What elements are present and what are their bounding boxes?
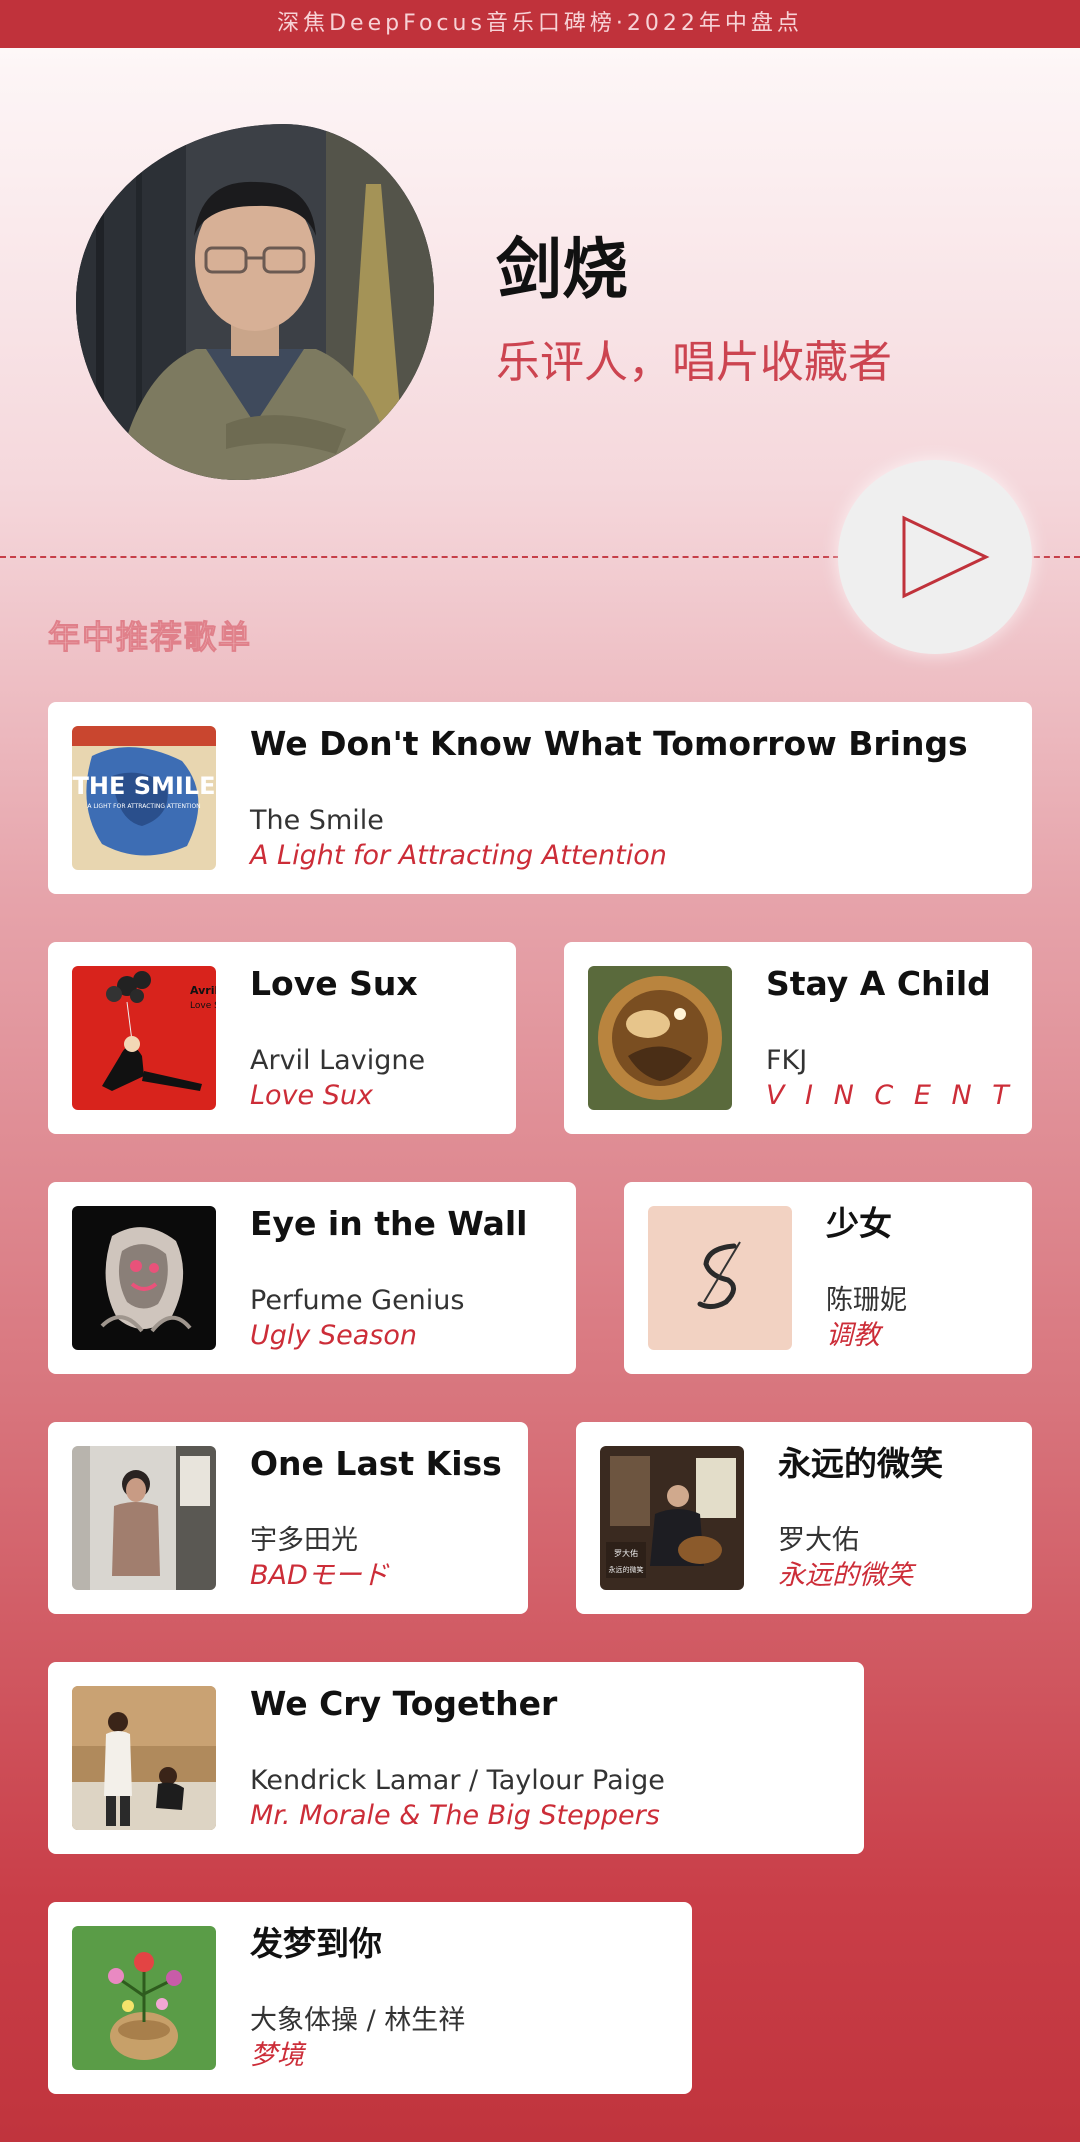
album-cover	[588, 966, 732, 1110]
song-title: 少女	[826, 1204, 892, 1243]
song-artist: Perfume Genius	[250, 1285, 465, 1316]
playlist-item[interactable]: One Last Kiss 宇多田光 BADモード	[48, 1422, 528, 1614]
song-artist: 大象体操 / 林生祥	[250, 2005, 466, 2036]
song-album: 梦境	[250, 2040, 304, 2071]
album-cover: Avril Love Sux	[72, 966, 216, 1110]
song-title: 永远的微笑	[778, 1444, 943, 1483]
song-artist: 陈珊妮	[826, 1285, 907, 1316]
song-album: BADモード	[250, 1560, 389, 1591]
song-album: 调教	[826, 1320, 880, 1351]
svg-text:Avril: Avril	[190, 984, 216, 997]
album-cover	[72, 1206, 216, 1350]
song-artist: 罗大佑	[778, 1525, 859, 1556]
song-artist: 宇多田光	[250, 1525, 358, 1556]
album-cover	[648, 1206, 792, 1350]
album-cover	[72, 1686, 216, 1830]
reviewer-name: 剑烧	[496, 231, 628, 308]
song-artist: Kendrick Lamar / Taylour Paige	[250, 1765, 665, 1796]
playlist-item[interactable]: 罗大佑 永远的微笑 永远的微笑 罗大佑 永远的微笑	[576, 1422, 1032, 1614]
playlist-item[interactable]: We Cry Together Kendrick Lamar / Taylour…	[48, 1662, 864, 1854]
svg-text:Love Sux: Love Sux	[190, 1001, 216, 1011]
song-album: V I N C E N T	[766, 1080, 1015, 1111]
song-title: We Don't Know What Tomorrow Brings	[250, 724, 968, 763]
playlist-item[interactable]: Eye in the Wall Perfume Genius Ugly Seas…	[48, 1182, 576, 1374]
playlist-item[interactable]: Avril Love Sux Love Sux Arvil Lavigne Lo…	[48, 942, 516, 1134]
reviewer-subtitle: 乐评人，唱片收藏者	[496, 337, 892, 388]
banner-text: 深焦DeepFocus音乐口碑榜·2022年中盘点	[277, 11, 803, 36]
song-album: 永远的微笑	[778, 1560, 913, 1591]
album-cover: THE SMILE A LIGHT FOR ATTRACTING ATTENTI…	[72, 726, 216, 870]
top-banner: 深焦DeepFocus音乐口碑榜·2022年中盘点	[0, 0, 1080, 48]
song-album: A Light for Attracting Attention	[250, 840, 667, 871]
song-artist: FKJ	[766, 1045, 808, 1076]
play-icon	[902, 515, 990, 599]
svg-text:A LIGHT FOR ATTRACTING ATTENTI: A LIGHT FOR ATTRACTING ATTENTION	[87, 803, 200, 810]
section-title: 年中推荐歌单	[47, 618, 253, 657]
song-title: 发梦到你	[250, 1924, 382, 1963]
song-title: Stay A Child	[766, 964, 991, 1003]
svg-text:罗大佑: 罗大佑	[614, 1548, 638, 1558]
playlist-item[interactable]: 发梦到你 大象体操 / 林生祥 梦境	[48, 1902, 692, 2094]
song-title: We Cry Together	[250, 1684, 558, 1723]
song-title: One Last Kiss	[250, 1444, 502, 1483]
song-title: Eye in the Wall	[250, 1204, 528, 1243]
album-cover	[72, 1926, 216, 2070]
playlist-item[interactable]: 少女 陈珊妮 调教	[624, 1182, 1032, 1374]
svg-text:THE SMILE: THE SMILE	[73, 772, 216, 800]
song-artist: The Smile	[250, 805, 384, 836]
avatar-photo	[76, 124, 434, 480]
song-album: Ugly Season	[250, 1320, 417, 1351]
play-button[interactable]	[838, 460, 1032, 654]
album-cover: 罗大佑 永远的微笑	[600, 1446, 744, 1590]
song-album: Love Sux	[250, 1080, 373, 1111]
album-cover	[72, 1446, 216, 1590]
song-title: Love Sux	[250, 964, 418, 1003]
playlist-item[interactable]: THE SMILE A LIGHT FOR ATTRACTING ATTENTI…	[48, 702, 1032, 894]
reviewer-avatar	[76, 124, 434, 480]
svg-text:永远的微笑: 永远的微笑	[609, 1565, 644, 1574]
playlist-item[interactable]: Stay A Child FKJ V I N C E N T	[564, 942, 1032, 1134]
song-album: Mr. Morale & The Big Steppers	[250, 1800, 660, 1831]
song-artist: Arvil Lavigne	[250, 1045, 426, 1076]
